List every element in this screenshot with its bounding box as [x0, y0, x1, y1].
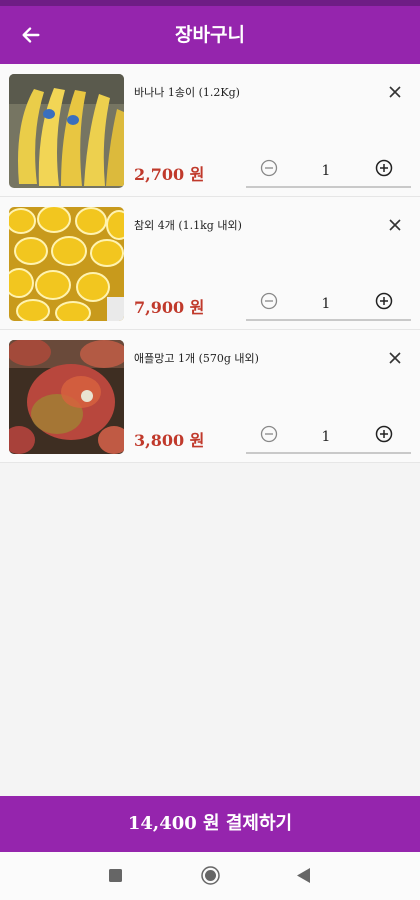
quantity-value: 1 [321, 296, 331, 312]
product-image-banana[interactable] [9, 74, 124, 188]
quantity-stepper: 1 [246, 420, 411, 454]
close-icon [389, 219, 401, 231]
cart-list: 바나나 1송이 (1.2Kg) 2,700 원 1 참외 4개 (1.1kg 내… [0, 64, 420, 463]
quantity-stepper: 1 [246, 287, 411, 321]
product-name: 바나나 1송이 (1.2Kg) [134, 86, 240, 99]
product-image-korean-melon[interactable] [9, 207, 124, 321]
close-icon [389, 86, 401, 98]
plus-circle-icon[interactable] [375, 159, 393, 177]
product-price: 3,800 원 [134, 431, 205, 450]
product-name: 애플망고 1개 (570g 내외) [134, 352, 259, 365]
remove-item-button[interactable] [383, 346, 407, 370]
minus-circle-icon[interactable] [260, 159, 278, 177]
back-triangle-icon[interactable] [297, 868, 310, 883]
app-header: 장바구니 [0, 6, 420, 64]
minus-circle-icon[interactable] [260, 425, 278, 443]
system-navigation-bar [0, 852, 420, 900]
plus-circle-icon[interactable] [375, 292, 393, 310]
remove-item-button[interactable] [383, 213, 407, 237]
quantity-value: 1 [321, 163, 331, 179]
product-price: 7,900 원 [134, 298, 205, 317]
close-icon [389, 352, 401, 364]
product-price: 2,700 원 [134, 165, 205, 184]
plus-circle-icon[interactable] [375, 425, 393, 443]
page-title: 장바구니 [175, 24, 245, 46]
minus-circle-icon[interactable] [260, 292, 278, 310]
quantity-value: 1 [321, 429, 331, 445]
cart-item: 참외 4개 (1.1kg 내외) 7,900 원 1 [0, 197, 420, 330]
cart-item: 애플망고 1개 (570g 내외) 3,800 원 1 [0, 330, 420, 463]
product-name: 참외 4개 (1.1kg 내외) [134, 219, 242, 232]
home-icon[interactable] [201, 866, 220, 885]
quantity-stepper: 1 [246, 154, 411, 188]
remove-item-button[interactable] [383, 80, 407, 104]
cart-item: 바나나 1송이 (1.2Kg) 2,700 원 1 [0, 64, 420, 197]
product-image-apple-mango[interactable] [9, 340, 124, 454]
recent-apps-icon[interactable] [109, 869, 122, 882]
checkout-button[interactable]: 14,400 원 결제하기 [0, 796, 420, 852]
